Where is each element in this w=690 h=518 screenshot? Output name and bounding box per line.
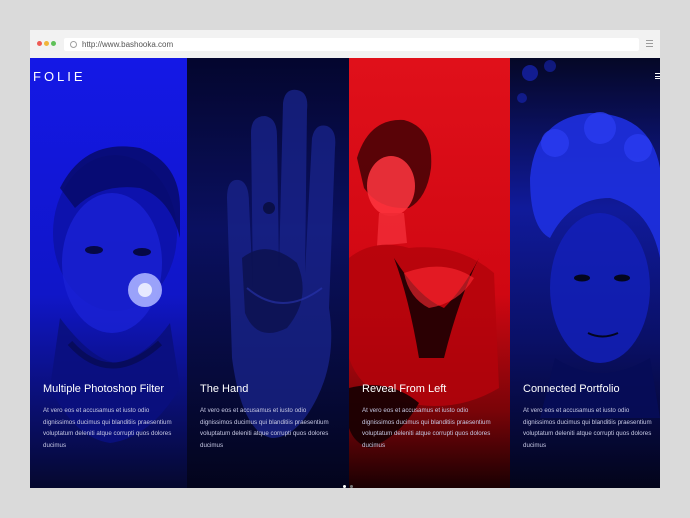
browser-toolbar: http://www.bashooka.com <box>30 30 660 58</box>
hamburger-menu-icon[interactable] <box>655 73 660 79</box>
globe-icon <box>70 41 77 48</box>
browser-window: http://www.bashooka.com FOLIE Multiple P… <box>30 30 660 488</box>
portfolio-panel-2[interactable]: The Hand At vero eos et accusamus et ius… <box>187 58 349 488</box>
pagination-dot-2[interactable] <box>350 485 353 488</box>
address-bar[interactable]: http://www.bashooka.com <box>64 38 639 51</box>
panel-4-text: At vero eos et accusamus et iusto odio d… <box>523 407 652 449</box>
portfolio-panel-4[interactable]: Connected Portfolio At vero eos et accus… <box>510 58 660 488</box>
panel-2-caption: The Hand At vero eos et accusamus et ius… <box>200 383 335 451</box>
panel-1-caption: Multiple Photoshop Filter At vero eos et… <box>43 383 178 451</box>
panel-3-title[interactable]: Reveal From Left <box>362 383 497 396</box>
site-logo[interactable]: FOLIE <box>33 69 86 84</box>
minimize-window-icon[interactable] <box>44 41 49 46</box>
browser-menu-icon[interactable] <box>646 40 653 47</box>
panel-2-text: At vero eos et accusamus et iusto odio d… <box>200 407 329 449</box>
slider-pagination <box>343 475 357 488</box>
website-viewport: FOLIE Multiple Photoshop Filter At vero … <box>30 58 660 488</box>
address-url: http://www.bashooka.com <box>82 40 174 49</box>
panel-1-text: At vero eos et accusamus et iusto odio d… <box>43 407 172 449</box>
pagination-dot-1[interactable] <box>343 485 346 488</box>
close-window-icon[interactable] <box>37 41 42 46</box>
portfolio-panel-1[interactable]: Multiple Photoshop Filter At vero eos et… <box>30 58 187 488</box>
panel-4-caption: Connected Portfolio At vero eos et accus… <box>523 383 658 451</box>
portfolio-panel-3[interactable]: Reveal From Left At vero eos et accusamu… <box>349 58 510 488</box>
panel-1-title[interactable]: Multiple Photoshop Filter <box>43 383 178 396</box>
maximize-window-icon[interactable] <box>51 41 56 46</box>
panel-3-caption: Reveal From Left At vero eos et accusamu… <box>362 383 497 451</box>
panel-3-text: At vero eos et accusamus et iusto odio d… <box>362 407 491 449</box>
panel-2-title[interactable]: The Hand <box>200 383 335 396</box>
panel-4-title[interactable]: Connected Portfolio <box>523 383 658 396</box>
